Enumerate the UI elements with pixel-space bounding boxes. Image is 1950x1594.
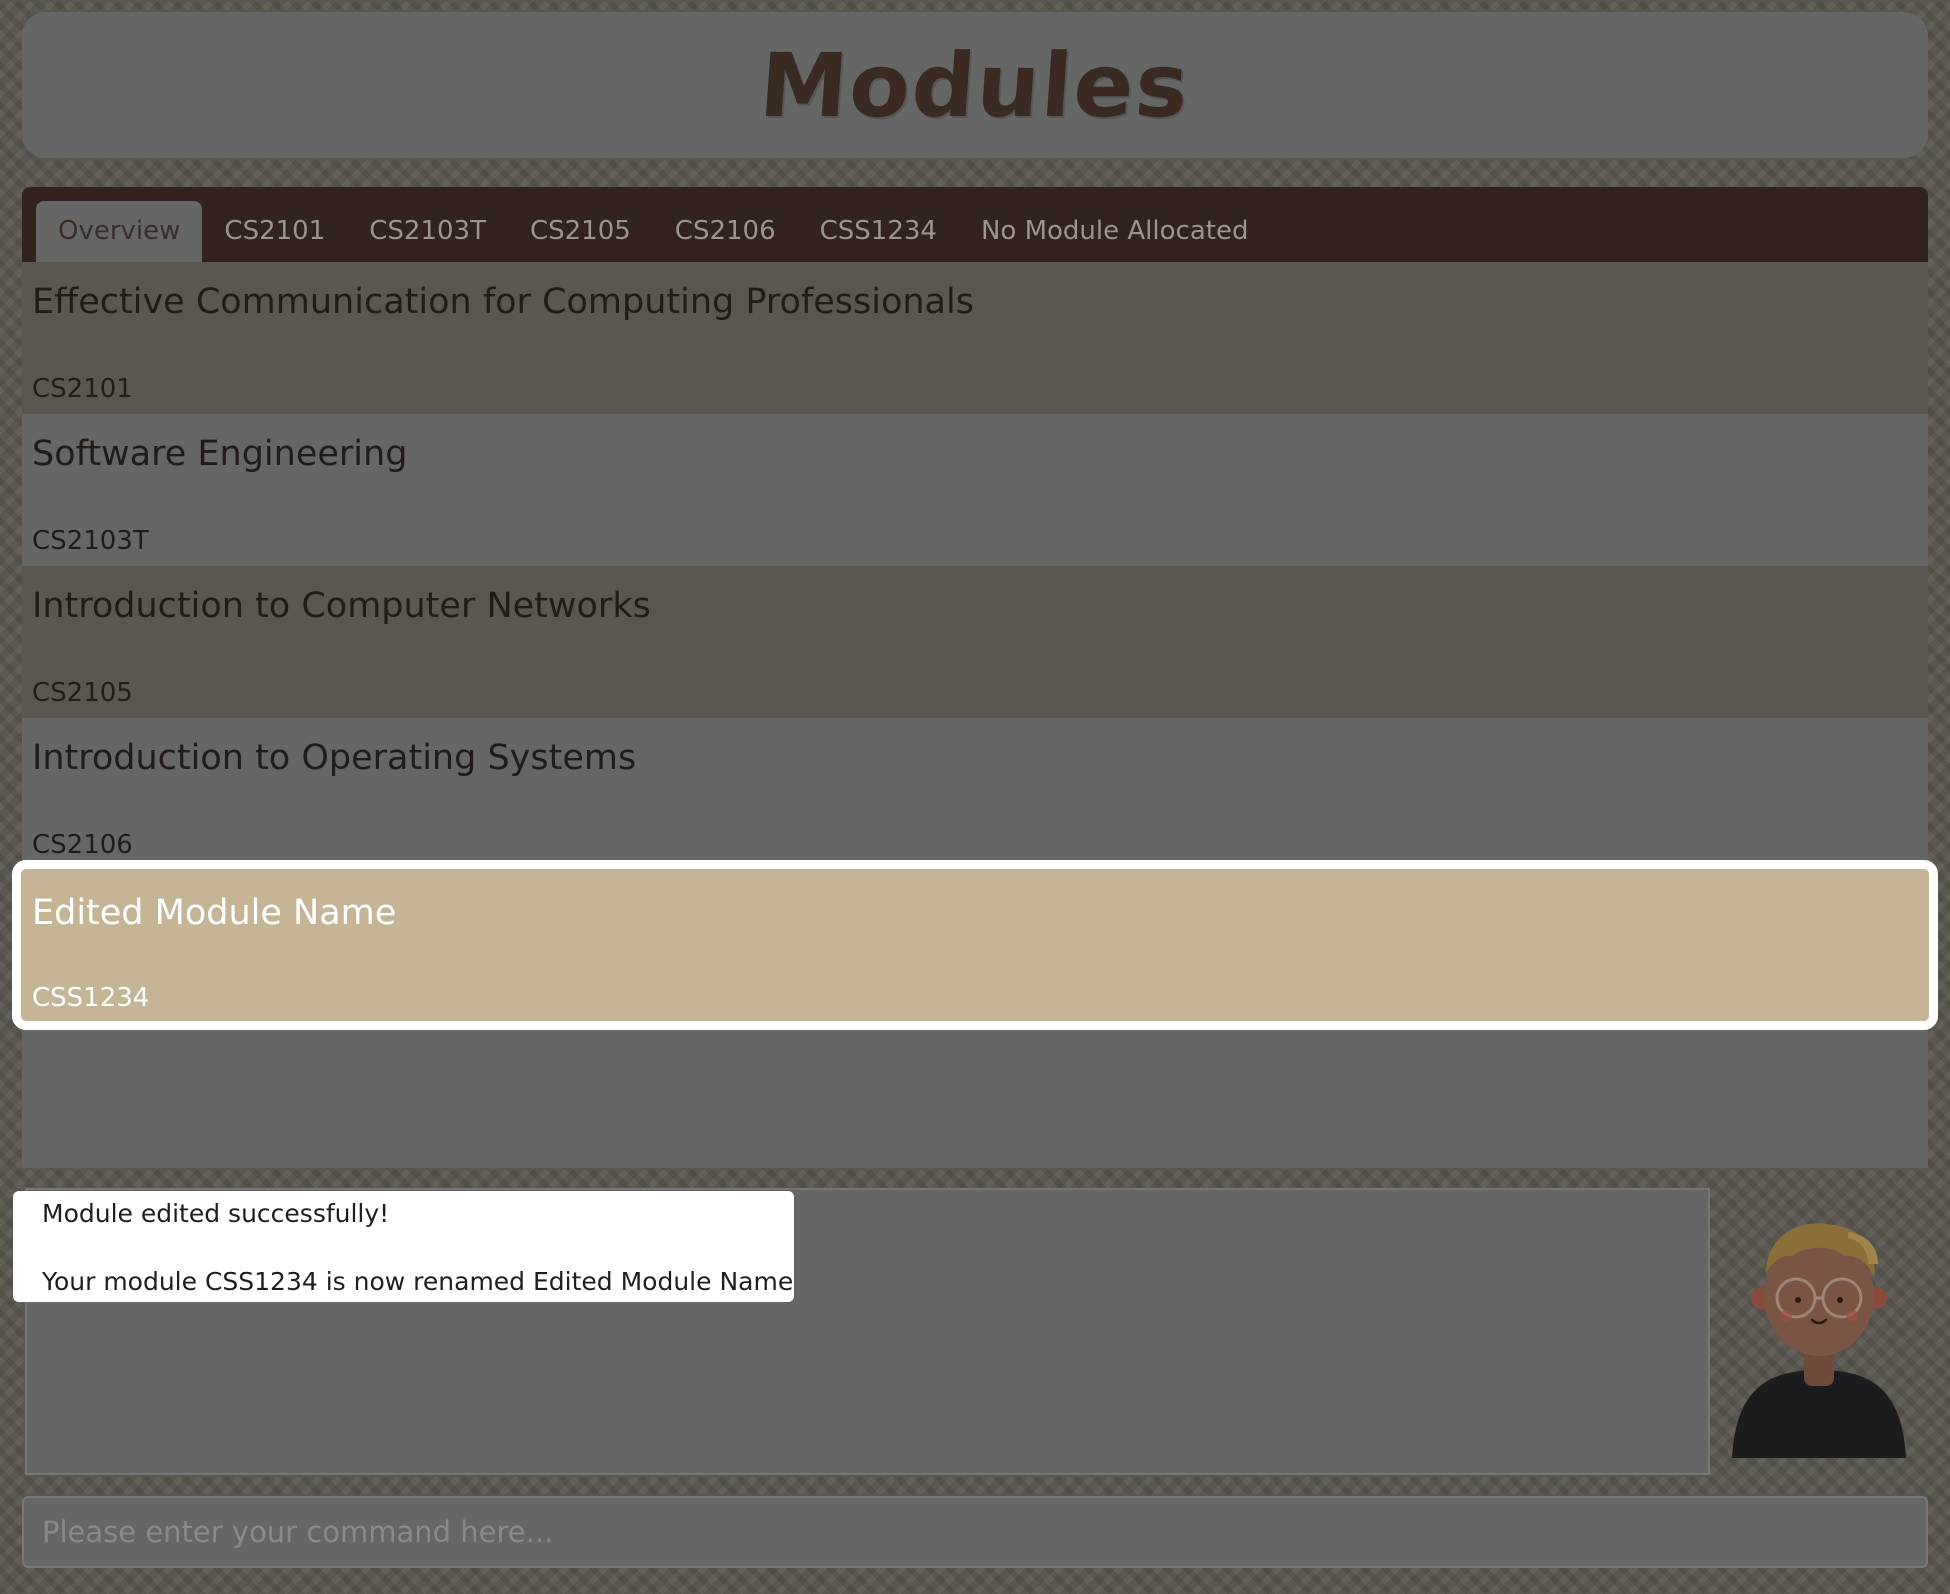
module-code: CS2105 xyxy=(32,678,133,708)
module-code: CS2106 xyxy=(32,830,133,860)
tab-cs2103t[interactable]: CS2103T xyxy=(347,201,508,262)
module-name: Software Engineering xyxy=(32,434,408,474)
module-card-selected[interactable]: Edited Module Name CSS1234 xyxy=(12,860,1938,1030)
feedback-line-1: Module edited successfully! xyxy=(42,1199,390,1228)
module-card[interactable]: Introduction to Operating Systems CS2106 xyxy=(22,718,1928,870)
module-name: Effective Communication for Computing Pr… xyxy=(32,282,974,322)
module-list: Effective Communication for Computing Pr… xyxy=(12,262,1938,1168)
module-card[interactable]: Introduction to Computer Networks CS2105 xyxy=(22,566,1928,718)
module-card[interactable]: Effective Communication for Computing Pr… xyxy=(22,262,1928,414)
module-name: Introduction to Computer Networks xyxy=(32,586,651,626)
tab-bar: Overview CS2101 CS2103T CS2105 CS2106 CS… xyxy=(22,187,1928,262)
app-title: Modules xyxy=(756,33,1194,137)
title-bar: Modules xyxy=(22,12,1928,158)
module-name: Edited Module Name xyxy=(32,893,397,933)
command-input[interactable] xyxy=(22,1496,1928,1568)
tab-overview[interactable]: Overview xyxy=(36,201,203,262)
feedback-message: Module edited successfully! Your module … xyxy=(13,1191,794,1302)
feedback-line-2: Your module CSS1234 is now renamed Edite… xyxy=(42,1267,794,1296)
module-name: Introduction to Operating Systems xyxy=(32,738,637,778)
tab-cs2105[interactable]: CS2105 xyxy=(508,201,653,262)
module-code: CS2103T xyxy=(32,526,149,556)
module-code: CSS1234 xyxy=(32,983,150,1013)
tab-cs2101[interactable]: CS2101 xyxy=(202,201,347,262)
tab-cs2106[interactable]: CS2106 xyxy=(653,201,798,262)
tab-no-module-allocated[interactable]: No Module Allocated xyxy=(959,201,1271,262)
tab-css1234[interactable]: CSS1234 xyxy=(798,201,959,262)
module-card[interactable]: Software Engineering CS2103T xyxy=(22,414,1928,566)
user-avatar-icon xyxy=(1728,1208,1910,1458)
module-code: CS2101 xyxy=(32,374,133,404)
